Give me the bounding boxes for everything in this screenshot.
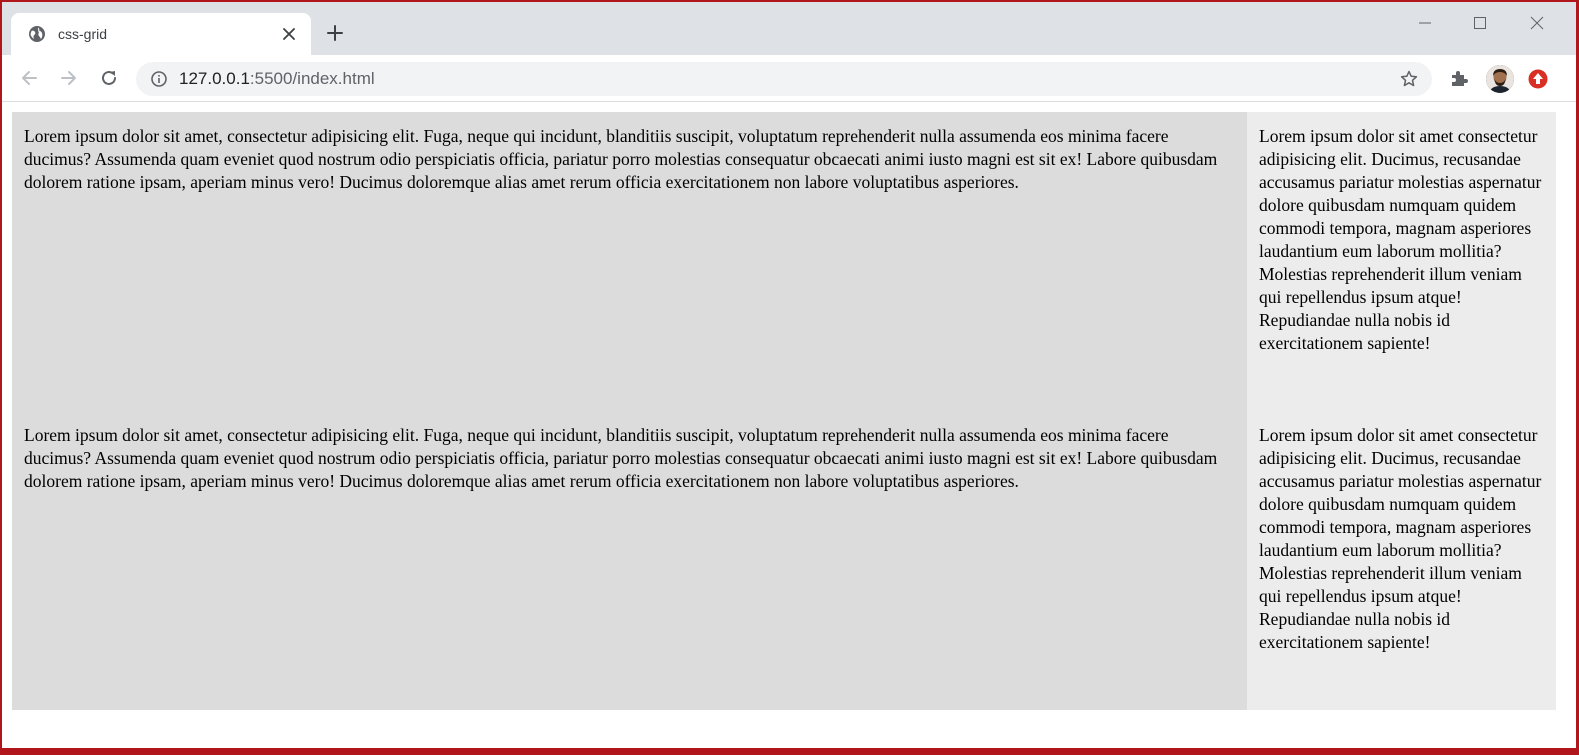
info-icon[interactable] <box>151 71 167 87</box>
url-host: 127.0.0.1 <box>179 69 250 88</box>
address-bar[interactable]: 127.0.0.1:5500/index.html <box>136 62 1432 96</box>
window-close-icon[interactable] <box>1514 8 1560 38</box>
close-icon[interactable] <box>280 25 298 43</box>
avatar[interactable] <box>1486 65 1514 93</box>
tab-strip: css-grid <box>2 2 1576 55</box>
tab-title: css-grid <box>58 26 108 42</box>
page-viewport: Lorem ipsum dolor sit amet, consectetur … <box>2 103 1576 748</box>
grid-cell-side: Lorem ipsum dolor sit amet consectetur a… <box>1247 112 1556 411</box>
puzzle-icon[interactable] <box>1449 68 1469 88</box>
minimize-icon[interactable] <box>1402 8 1448 38</box>
back-arrow-icon[interactable] <box>17 66 41 90</box>
star-icon[interactable] <box>1400 70 1418 88</box>
plus-icon[interactable] <box>324 22 346 44</box>
url-text[interactable]: 127.0.0.1:5500/index.html <box>179 69 375 89</box>
reload-icon[interactable] <box>97 66 121 90</box>
maximize-icon[interactable] <box>1457 8 1503 38</box>
tab-css-grid[interactable]: css-grid <box>11 13 311 55</box>
grid-cell-main: Lorem ipsum dolor sit amet, consectetur … <box>12 112 1247 411</box>
grid-cell-side: Lorem ipsum dolor sit amet consectetur a… <box>1247 411 1556 710</box>
globe-icon <box>28 25 46 43</box>
update-icon[interactable] <box>1528 69 1548 89</box>
css-grid-container: Lorem ipsum dolor sit amet, consectetur … <box>12 112 1556 710</box>
browser-window: css-grid 127.0.0.1:5500/index.html Lorem… <box>2 2 1576 748</box>
grid-cell-main: Lorem ipsum dolor sit amet, consectetur … <box>12 411 1247 710</box>
toolbar: 127.0.0.1:5500/index.html <box>2 55 1576 102</box>
forward-arrow-icon[interactable] <box>57 66 81 90</box>
url-path: :5500/index.html <box>249 69 375 88</box>
